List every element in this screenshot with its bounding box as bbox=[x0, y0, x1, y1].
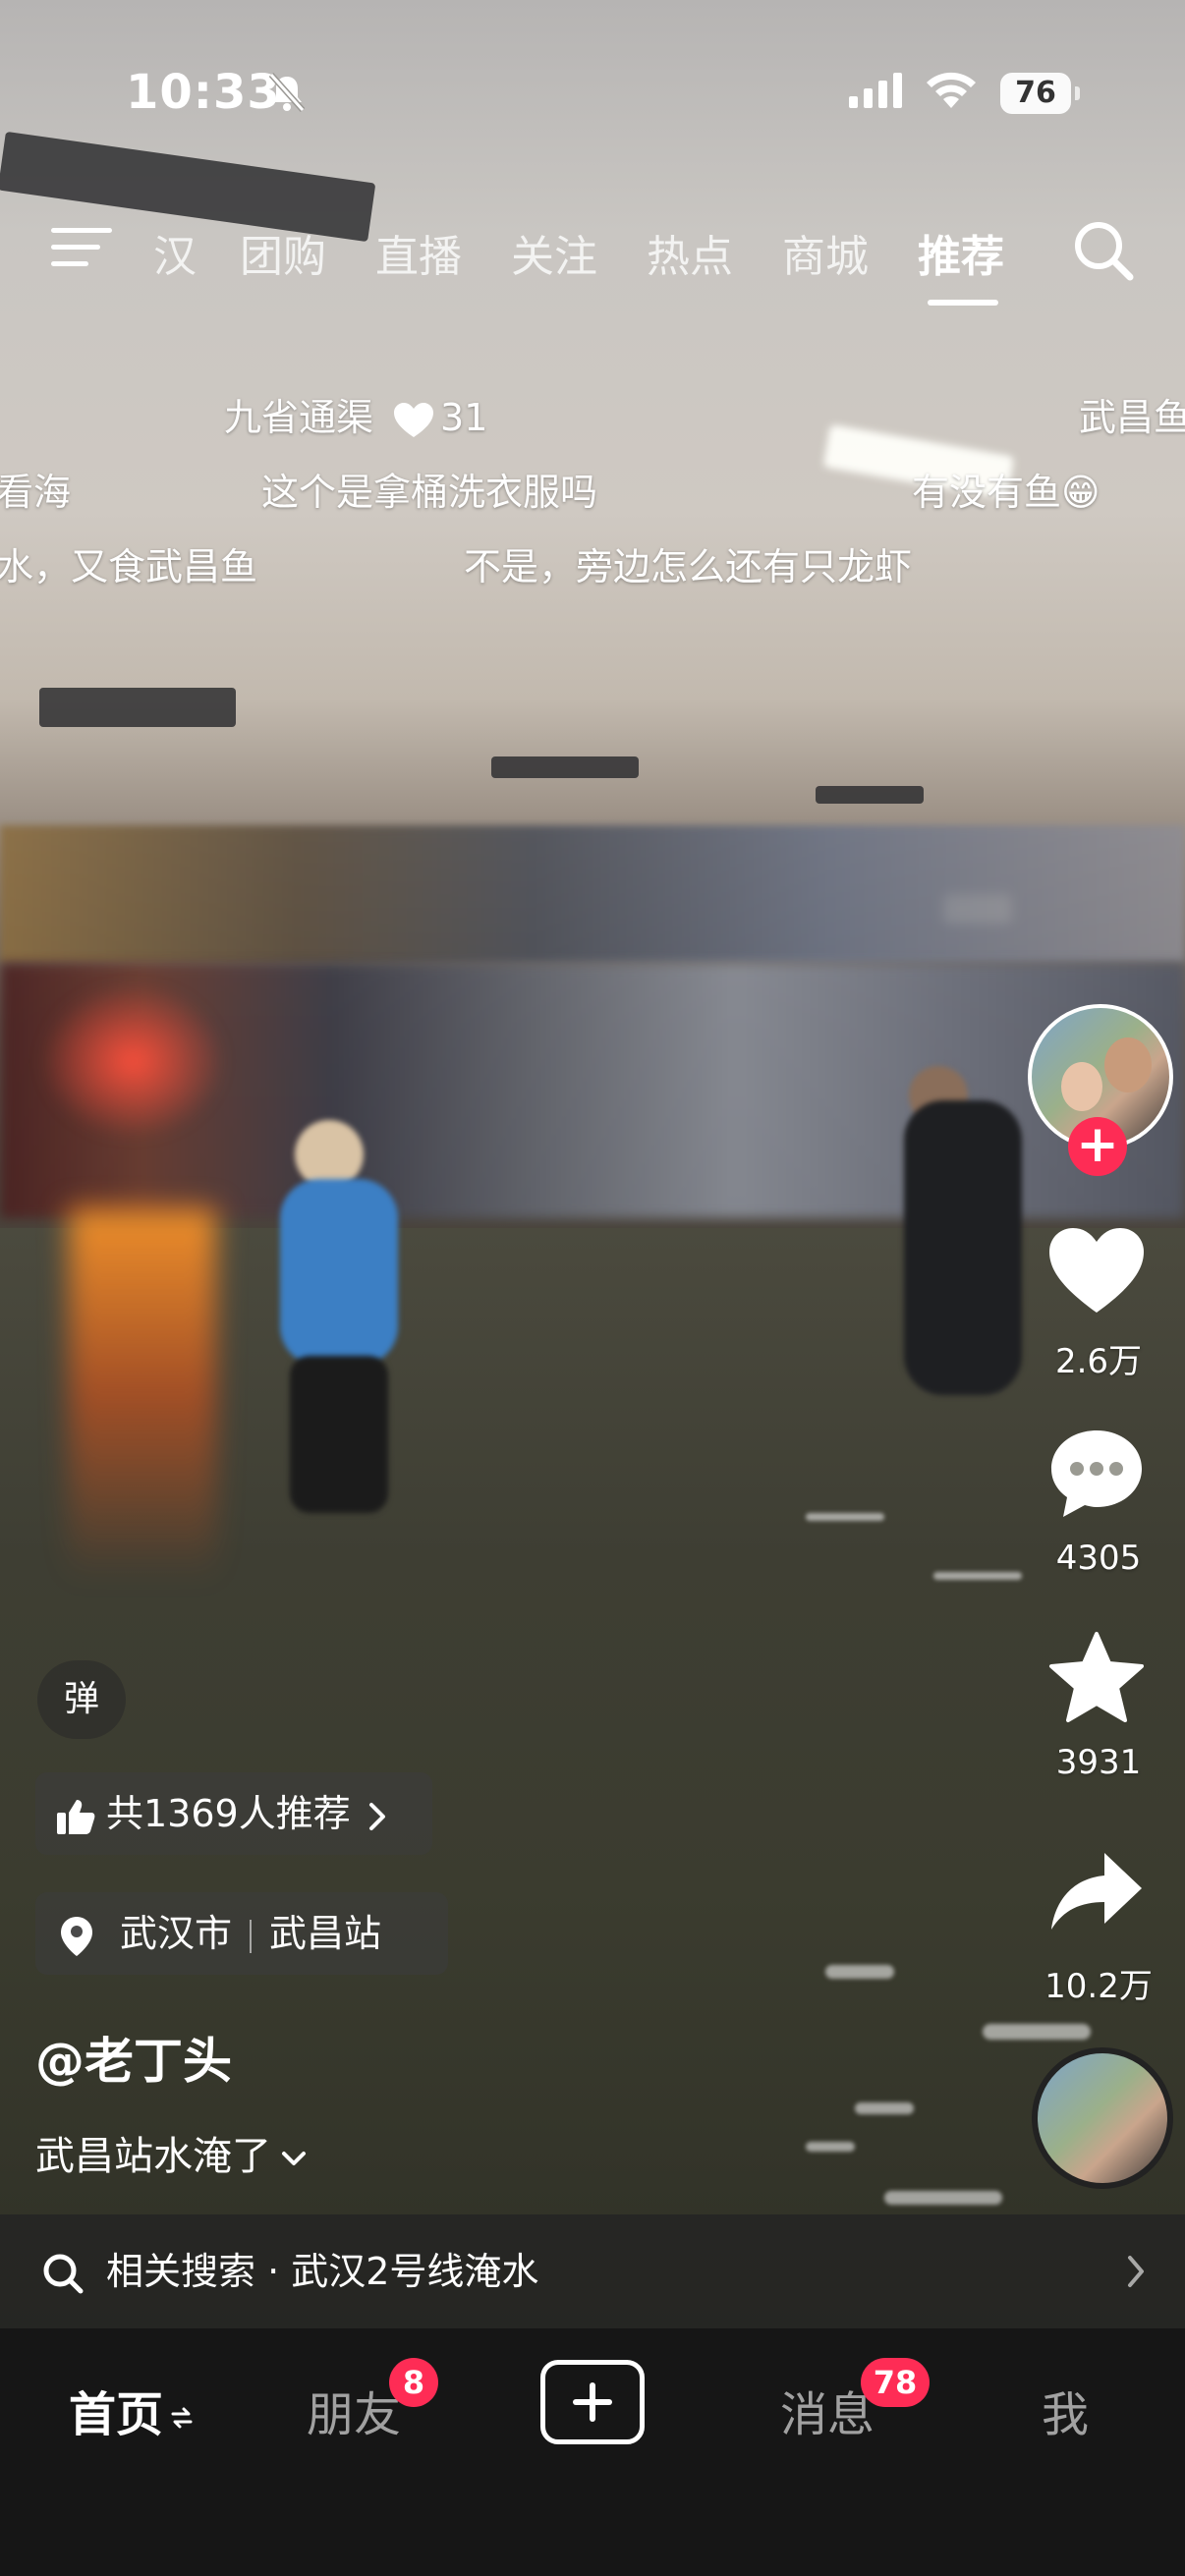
danmaku-text: 九省通渠 bbox=[224, 396, 374, 439]
danmaku-comment: 看海 bbox=[0, 471, 72, 514]
create-button[interactable] bbox=[540, 2360, 645, 2444]
status-time: 10:33 bbox=[126, 65, 281, 120]
recommend-count-text: 共1369人推荐 bbox=[106, 1792, 351, 1835]
plus-icon bbox=[573, 2382, 612, 2422]
tab-following[interactable]: 关注 bbox=[511, 221, 597, 284]
menu-icon[interactable] bbox=[51, 224, 112, 271]
ceiling-fixture bbox=[491, 756, 639, 778]
tab-han[interactable]: 汉 bbox=[153, 221, 197, 284]
friends-badge: 8 bbox=[389, 2358, 438, 2407]
share-arrow-icon[interactable] bbox=[1047, 1849, 1146, 1933]
person-walking bbox=[904, 1100, 1022, 1395]
tab-mall[interactable]: 商城 bbox=[782, 221, 869, 284]
favorite-star-icon[interactable] bbox=[1047, 1631, 1146, 1725]
tab-live[interactable]: 直播 bbox=[375, 221, 462, 284]
ceiling-fixture bbox=[39, 688, 236, 727]
favorite-count: 3931 bbox=[1055, 1743, 1142, 1782]
danmaku-comment: 九省通渠 31 bbox=[224, 387, 487, 441]
danmaku-comment: 武昌鱼 bbox=[1079, 396, 1185, 439]
related-search-text: 相关搜索 · 武汉2号线淹水 bbox=[106, 2250, 539, 2293]
tab-recommended[interactable]: 推荐 bbox=[918, 221, 1004, 284]
person-blue-vest bbox=[280, 1179, 398, 1366]
tab-home-label: 首页 bbox=[69, 2387, 164, 2442]
chevron-right-icon bbox=[368, 1802, 385, 1830]
caption-text: 武昌站水淹了 bbox=[35, 2134, 271, 2179]
water-ripple bbox=[825, 1965, 894, 1979]
danmaku-comment: 水，又食武昌鱼 bbox=[0, 545, 258, 588]
tab-friends[interactable]: 朋友 bbox=[307, 2376, 401, 2444]
water-ripple bbox=[806, 2142, 855, 2152]
danmaku-toggle-button[interactable]: 弹 bbox=[37, 1660, 126, 1739]
danmaku-comment: 这个是拿桶洗衣服吗 bbox=[261, 471, 598, 514]
refresh-toggle-icon bbox=[171, 2407, 193, 2429]
follow-button[interactable]: + bbox=[1068, 1117, 1127, 1176]
water-ripple bbox=[933, 1572, 1022, 1580]
active-tab-indicator bbox=[928, 300, 998, 306]
water-ripple bbox=[855, 2102, 914, 2114]
heart-icon bbox=[394, 402, 434, 437]
tab-group-buy[interactable]: 团购 bbox=[240, 221, 326, 284]
bell-muted-icon bbox=[268, 73, 306, 112]
video-caption[interactable]: 武昌站水淹了 bbox=[35, 2124, 309, 2181]
red-light-glow bbox=[39, 982, 226, 1140]
light-reflection bbox=[69, 1208, 216, 1582]
comment-icon[interactable] bbox=[1047, 1427, 1146, 1521]
station-signage bbox=[0, 825, 1185, 963]
location-place: 武昌站 bbox=[269, 1912, 382, 1955]
comment-count: 4305 bbox=[1055, 1539, 1142, 1578]
chevron-down-icon bbox=[282, 2152, 306, 2165]
danmaku-like-count: 31 bbox=[440, 396, 488, 439]
chevron-right-icon bbox=[1128, 2256, 1144, 2287]
related-search-bar[interactable]: 相关搜索 · 武汉2号线淹水 bbox=[0, 2214, 1185, 2328]
person-legs bbox=[290, 1356, 388, 1513]
location-city: 武汉市 bbox=[120, 1912, 233, 1955]
cell-signal-icon bbox=[849, 73, 902, 108]
wifi-icon bbox=[927, 72, 976, 108]
water-ripple bbox=[983, 2024, 1091, 2040]
avatar-face bbox=[1104, 1037, 1152, 1092]
battery-indicator: 76 bbox=[1000, 73, 1080, 114]
thumbs-up-icon bbox=[57, 1799, 95, 1834]
messages-badge: 78 bbox=[861, 2358, 930, 2407]
divider bbox=[250, 1919, 253, 1953]
share-count: 10.2万 bbox=[1044, 1967, 1153, 2006]
avatar-face bbox=[1061, 1062, 1102, 1111]
location-pill[interactable]: 武汉市 武昌站 bbox=[35, 1892, 448, 1975]
water-ripple bbox=[884, 2191, 1002, 2205]
search-icon[interactable] bbox=[1071, 218, 1136, 283]
tab-home[interactable]: 首页 bbox=[69, 2376, 195, 2444]
like-heart-icon[interactable] bbox=[1047, 1226, 1146, 1316]
recommend-pill[interactable]: 共1369人推荐 bbox=[35, 1772, 432, 1855]
ceiling-fixture bbox=[816, 786, 924, 804]
like-count: 2.6万 bbox=[1054, 1342, 1143, 1381]
music-disc[interactable] bbox=[1032, 2047, 1173, 2189]
video-frame[interactable] bbox=[0, 0, 1185, 2328]
tab-trending[interactable]: 热点 bbox=[647, 221, 733, 284]
danmaku-comment: 有没有鱼😁 bbox=[912, 471, 1100, 514]
danmaku-comment: 不是，旁边怎么还有只龙虾 bbox=[464, 545, 913, 588]
author-name[interactable]: @老丁头 bbox=[35, 2022, 232, 2093]
location-pin-icon bbox=[61, 1916, 92, 1956]
search-icon bbox=[43, 2254, 84, 2294]
tab-me[interactable]: 我 bbox=[1042, 2376, 1089, 2444]
water-ripple bbox=[806, 1513, 884, 1521]
